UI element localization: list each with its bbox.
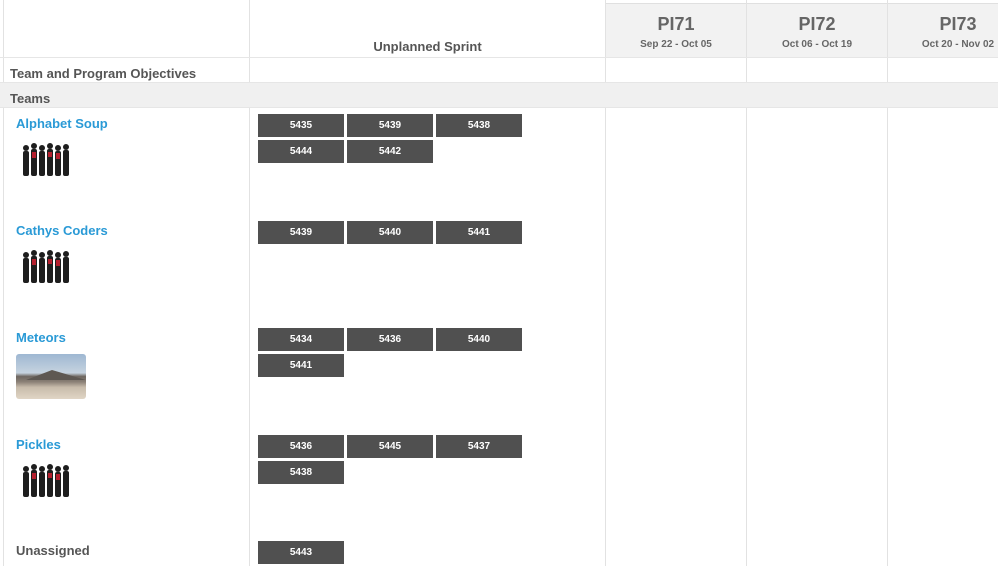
feature-card[interactable]: 5441: [436, 221, 522, 244]
team-link-pickles[interactable]: Pickles: [16, 437, 61, 452]
feature-card[interactable]: 5437: [436, 435, 522, 458]
pi-name: PI72: [798, 14, 836, 34]
teams-row-label: Teams: [10, 91, 51, 106]
pi-dates: Sep 22 - Oct 05: [640, 39, 712, 50]
feature-card[interactable]: 5444: [258, 140, 344, 163]
feature-card[interactable]: 5442: [347, 140, 433, 163]
feature-card[interactable]: 5443: [258, 541, 344, 564]
objectives-row-label: Team and Program Objectives: [10, 66, 197, 81]
teams-section-band: [0, 83, 998, 107]
pi-dates: Oct 20 - Nov 02: [921, 39, 995, 50]
pi-header-72[interactable]: PI72 Oct 06 - Oct 19: [747, 3, 887, 57]
feature-card[interactable]: 5436: [347, 328, 433, 351]
mountain-shape: [26, 370, 86, 380]
feature-card[interactable]: 5438: [258, 461, 344, 484]
pi-name: PI71: [657, 14, 695, 34]
grid-line: [0, 107, 998, 108]
pi-dates: Oct 06 - Oct 19: [781, 39, 853, 50]
feature-card[interactable]: 5439: [347, 114, 433, 137]
group-photo-icon: [23, 143, 69, 176]
group-photo-icon: [23, 464, 69, 497]
unassigned-label: Unassigned: [16, 543, 90, 558]
feature-card[interactable]: 5440: [436, 328, 522, 351]
group-photo-icon: [23, 250, 69, 283]
team-link-meteors[interactable]: Meteors: [16, 330, 66, 345]
pi-header-71[interactable]: PI71 Sep 22 - Oct 05: [606, 3, 746, 57]
team-link-alphabet-soup[interactable]: Alphabet Soup: [16, 116, 108, 131]
grid-line: [0, 57, 998, 58]
pi-header-73[interactable]: PI73 Oct 20 - Nov 02: [888, 3, 998, 57]
feature-card[interactable]: 5439: [258, 221, 344, 244]
team-link-cathys-coders[interactable]: Cathys Coders: [16, 223, 108, 238]
landscape-photo-icon: [16, 354, 86, 399]
feature-card[interactable]: 5440: [347, 221, 433, 244]
feature-card[interactable]: 5438: [436, 114, 522, 137]
feature-card[interactable]: 5436: [258, 435, 344, 458]
feature-card[interactable]: 5445: [347, 435, 433, 458]
feature-card[interactable]: 5441: [258, 354, 344, 377]
feature-card[interactable]: 5434: [258, 328, 344, 351]
unplanned-sprint-header: Unplanned Sprint: [373, 39, 482, 54]
feature-card[interactable]: 5435: [258, 114, 344, 137]
pi-name: PI73: [939, 14, 977, 34]
